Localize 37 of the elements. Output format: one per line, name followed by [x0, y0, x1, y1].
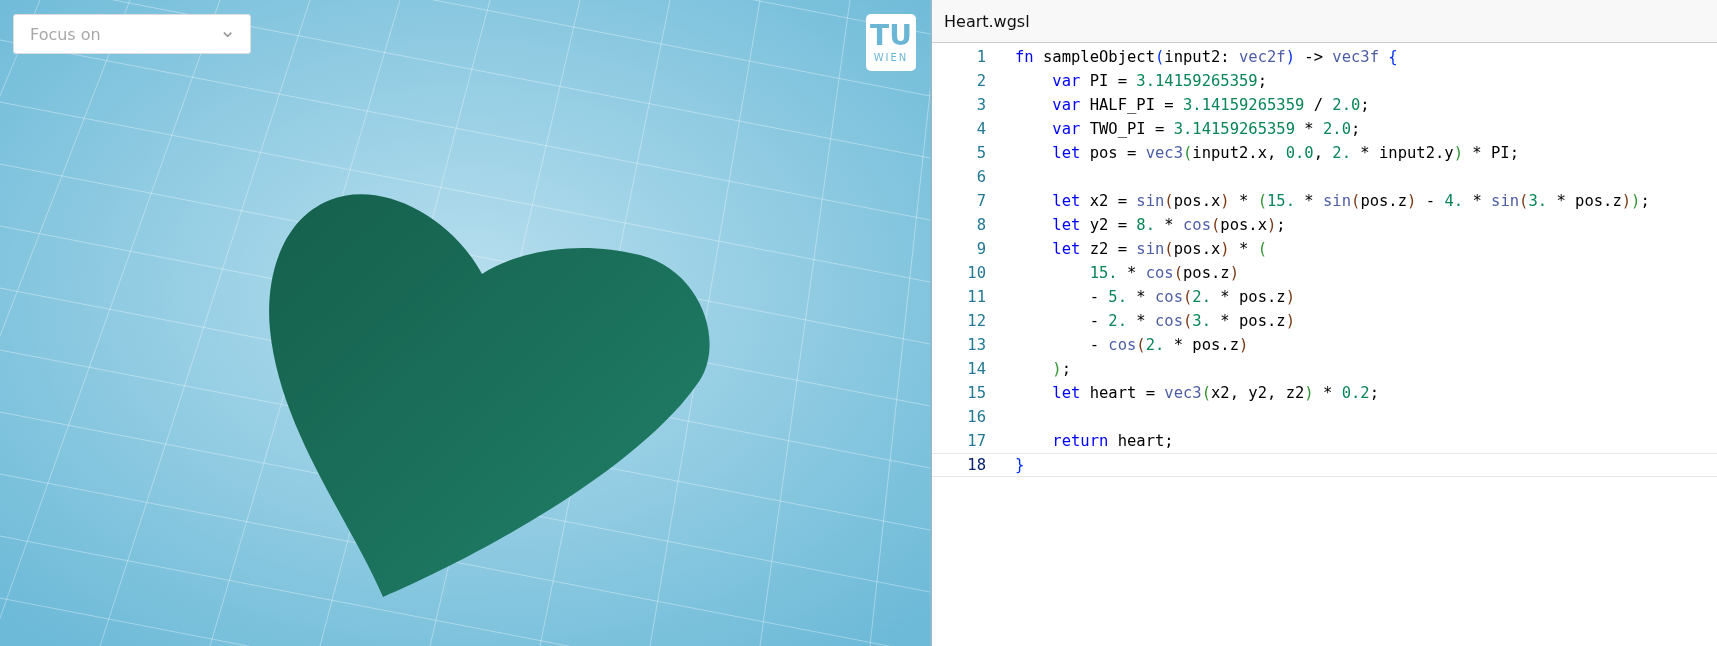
code-line: ); [1051, 360, 1071, 378]
line-number: 17 [966, 432, 986, 450]
code-line: } [1015, 456, 1025, 474]
line-number: 4 [975, 120, 986, 138]
line-number: 18 [966, 456, 986, 474]
code-line: let z2 = sin(pos.x) * ( [1051, 240, 1268, 258]
code-line: let heart = vec3(x2, y2, z2) * 0.2; [1051, 384, 1379, 402]
line-number: 9 [975, 240, 986, 258]
line-number: 12 [966, 312, 986, 330]
code-line: var PI = 3.14159265359; [1051, 72, 1267, 90]
line-number: 2 [975, 72, 986, 90]
chevron-icon: ⌄ [219, 20, 236, 40]
line-number: 8 [975, 216, 986, 234]
university-logo: TU WIEN [866, 14, 916, 71]
line-number: 14 [966, 360, 986, 378]
code-line: let y2 = 8. * cos(pos.x); [1051, 216, 1286, 234]
file-tab[interactable]: Heart.wgsl [932, 11, 1042, 31]
line-number: 6 [975, 168, 986, 186]
line-number: 13 [966, 336, 986, 354]
code-line: let pos = vec3(input2.x, 0.0, 2. * input2.y) * PI; [1051, 144, 1519, 162]
line-number: 7 [975, 192, 986, 210]
code-line: var TWO_PI = 3.14159265359 * 2.0; [1051, 120, 1361, 138]
code-line: let x2 = sin(pos.x) * (15. * sin(pos.z) - 4. * sin(3. * pos.z)); [1051, 192, 1650, 210]
code-line: - cos(2. * pos.z) [1088, 336, 1249, 354]
code-line: 15. * cos(pos.z) [1088, 264, 1239, 282]
code-line: - 2. * cos(3. * pos.z) [1088, 312, 1295, 330]
line-number: 1 [975, 48, 986, 66]
line-number: 11 [966, 288, 986, 306]
line-number: 5 [975, 144, 986, 162]
code-line: fn sampleObject(input2: vec2f) -> vec3f { [1015, 48, 1398, 66]
code-line: - 5. * cos(2. * pos.z) [1088, 288, 1295, 306]
line-number: 10 [966, 264, 986, 282]
line-number: 15 [966, 384, 986, 402]
line-number: 3 [975, 96, 986, 114]
code-line: return heart; [1051, 432, 1174, 450]
code-line: var HALF_PI = 3.14159265359 / 2.0; [1051, 96, 1370, 114]
line-number: 16 [966, 408, 986, 426]
